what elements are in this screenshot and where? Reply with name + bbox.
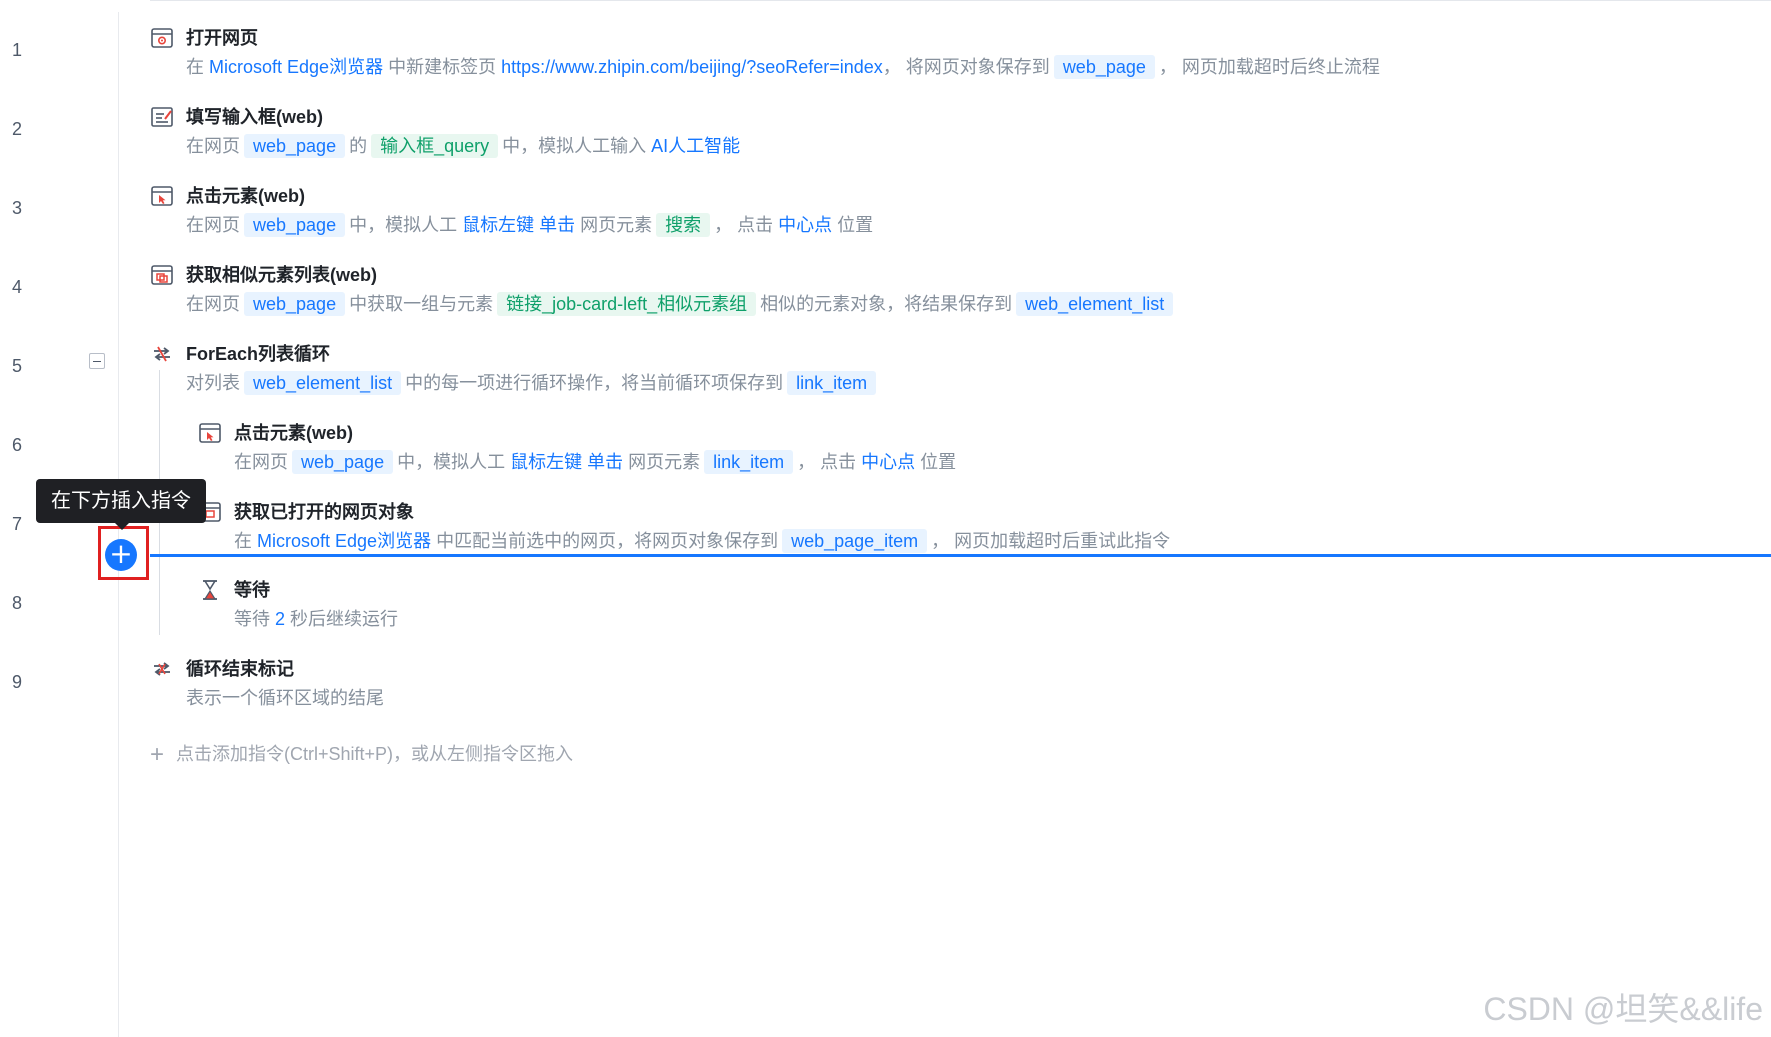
line-number: 5	[12, 356, 23, 376]
element-tag[interactable]: 输入框_query	[371, 134, 499, 158]
collapse-loop-button[interactable]	[89, 353, 105, 369]
variable-tag[interactable]: web_page_item	[782, 529, 928, 553]
step-title: 点击元素(web)	[234, 423, 353, 443]
step-title: 获取已打开的网页对象	[234, 502, 414, 522]
loop-end-icon	[154, 662, 170, 676]
insert-below-button[interactable]: +	[105, 539, 137, 571]
variable-tag[interactable]: web_page	[244, 213, 346, 237]
watermark: CSDN @坦笑&&life	[1483, 991, 1763, 1027]
browser-param[interactable]: Microsoft Edge浏览器	[257, 531, 431, 551]
variable-tag[interactable]: link_item	[704, 450, 794, 474]
step-title: 等待	[234, 580, 270, 600]
browser-param[interactable]: Microsoft Edge浏览器	[209, 57, 383, 77]
wait-seconds-param[interactable]: 2	[275, 609, 285, 629]
add-command-text: 点击添加指令(Ctrl+Shift+P)，或从左侧指令区拖入	[176, 744, 574, 764]
click-position-param[interactable]: 中心点	[861, 452, 915, 472]
insert-position-line	[150, 554, 1771, 557]
step-title: 打开网页	[186, 28, 258, 48]
step-title: 循环结束标记	[186, 659, 294, 679]
line-number: 8	[12, 593, 23, 613]
element-tag[interactable]: 搜索	[656, 213, 711, 237]
step-description: 在 Microsoft Edge浏览器 中匹配当前选中的网页，将网页对象保存到 w…	[234, 529, 1171, 553]
click-type-param[interactable]: 单击	[539, 215, 575, 235]
variable-tag[interactable]: web_page	[292, 450, 394, 474]
loop-icon	[154, 346, 170, 362]
add-command-hint[interactable]: + 点击添加指令(Ctrl+Shift+P)，或从左侧指令区拖入	[150, 740, 573, 769]
line-number: 6	[12, 435, 23, 455]
step-title: 获取相似元素列表(web)	[186, 265, 377, 285]
line-number: 4	[12, 277, 23, 297]
plus-icon: +	[150, 741, 165, 768]
step-description: 等待 2 秒后继续运行	[234, 609, 399, 629]
click-element-icon	[199, 423, 221, 443]
step-description: 在网页 web_page 中，模拟人工 鼠标左键 单击 网页元素 搜索， 点击 中心点…	[186, 213, 874, 237]
url-param[interactable]: https://www.zhipin.com/beijing/?seoRefer…	[501, 57, 883, 77]
mouse-button-param[interactable]: 鼠标左键	[510, 452, 582, 472]
step-description: 对列表 web_element_list 中的每一项进行循环操作，将当前循环项保存到…	[186, 369, 880, 397]
step-description: 在网页 web_page 中获取一组与元素 链接_job-card-left_相似元素…	[186, 290, 1177, 318]
tooltip-arrow	[115, 523, 129, 530]
line-number: 2	[12, 119, 23, 139]
step-title: 点击元素(web)	[186, 186, 305, 206]
top-divider	[150, 0, 1771, 1]
browser-open-icon	[151, 28, 173, 48]
step-description: 在 Microsoft Edge浏览器 中新建标签页 https://www.z…	[186, 55, 1380, 79]
variable-tag[interactable]: web_element_list	[244, 371, 402, 395]
input-text-param[interactable]: AI人工智能	[651, 136, 740, 156]
step-description: 在网页 web_page 中，模拟人工 鼠标左键 单击 网页元素 link_item，…	[234, 450, 957, 474]
line-number: 7	[12, 514, 23, 534]
hourglass-icon	[203, 580, 217, 600]
similar-elements-icon	[151, 265, 173, 285]
click-element-icon	[151, 186, 173, 206]
variable-tag[interactable]: web_page	[244, 134, 346, 158]
step-title: 填写输入框(web)	[186, 107, 323, 127]
click-position-param[interactable]: 中心点	[778, 215, 832, 235]
input-fill-icon	[151, 107, 173, 127]
line-number: 9	[12, 672, 23, 692]
variable-tag[interactable]: link_item	[787, 371, 877, 395]
variable-tag[interactable]: web_page	[244, 292, 346, 316]
variable-tag[interactable]: web_element_list	[1016, 292, 1174, 316]
line-number: 3	[12, 198, 23, 218]
insert-tooltip: 在下方插入指令	[36, 479, 206, 523]
click-type-param[interactable]: 单击	[587, 452, 623, 472]
step-title: ForEach列表循环	[186, 344, 331, 364]
mouse-button-param[interactable]: 鼠标左键	[462, 215, 534, 235]
step-description: 在网页 web_page 的输入框_query 中，模拟人工输入 AI人工智能	[186, 134, 741, 158]
step-description: 表示一个循环区域的结尾	[186, 688, 384, 708]
element-tag[interactable]: 链接_job-card-left_相似元素组	[497, 292, 757, 316]
line-number: 1	[12, 40, 23, 60]
variable-tag[interactable]: web_page	[1053, 55, 1155, 79]
